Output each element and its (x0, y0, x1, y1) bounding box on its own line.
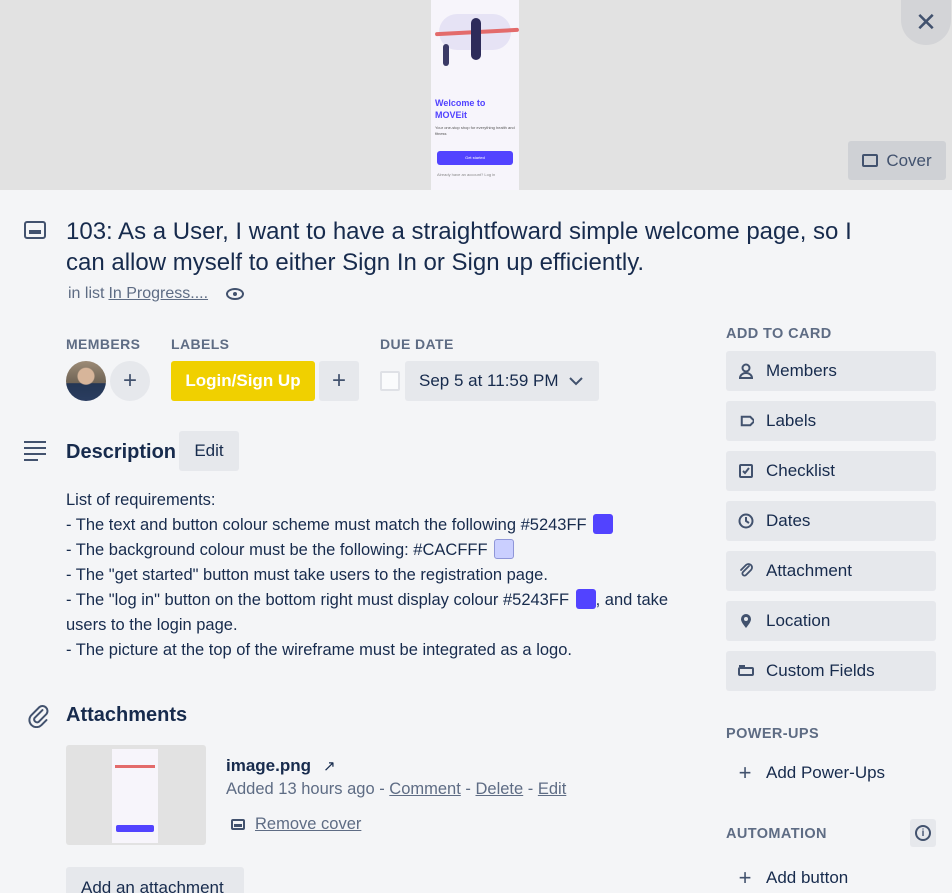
plus-icon: + (122, 367, 137, 394)
pin-icon (738, 613, 754, 629)
close-button[interactable]: ✕ (901, 0, 951, 45)
attachment-name[interactable]: image.png ↗ (226, 756, 336, 776)
add-member-button[interactable]: + (110, 361, 150, 401)
info-icon: i (915, 825, 931, 841)
sidebar-attachment-button[interactable]: Attachment (726, 551, 936, 591)
color-swatch (575, 589, 596, 609)
sidebar-custom-fields-button[interactable]: Custom Fields (726, 651, 936, 691)
fields-icon (738, 665, 754, 677)
plus-icon: + (738, 760, 752, 785)
card-cover: Welcome to MOVEit Your one-stop shop for… (0, 0, 952, 190)
due-date-label: DUE DATE (380, 336, 454, 352)
attachments-heading: Attachments (66, 704, 188, 726)
color-swatch (494, 539, 515, 559)
sidebar-item-label: Custom Fields (766, 661, 875, 680)
sidebar-checklist-button[interactable]: Checklist (726, 451, 936, 491)
add-label-button[interactable]: + (319, 361, 359, 401)
labels-label: LABELS (171, 336, 230, 352)
external-link-icon: ↗ (323, 758, 336, 775)
in-list-prefix: in list (68, 285, 105, 302)
card-icon (862, 154, 879, 167)
add-power-ups-button[interactable]: + Add Power-Ups (736, 760, 886, 786)
attachment-meta: Added 13 hours ago - Comment - Delete - … (226, 780, 567, 798)
due-date-value: Sep 5 at 11:59 PM (419, 371, 559, 390)
cover-button[interactable]: Cover (848, 141, 946, 180)
sidebar-item-label: Dates (766, 511, 811, 530)
sidebar-location-button[interactable]: Location (726, 601, 936, 641)
color-swatch (593, 514, 614, 534)
cover-button-label: Cover (886, 150, 932, 170)
sidebar-dates-button[interactable]: Dates (726, 501, 936, 541)
cover-illustration-mic (443, 44, 449, 66)
cover-thumb-subtitle: Your one-stop shop for everything health… (435, 125, 515, 136)
person-icon (738, 363, 754, 379)
sidebar-item-label: Labels (766, 411, 817, 430)
description-line: - The text and button colour scheme must… (66, 513, 696, 538)
attachment-added-time: Added 13 hours ago - (226, 780, 390, 798)
description-line: - The background colour must be the foll… (66, 538, 696, 563)
attachment-file-name: image.png (226, 756, 312, 775)
description-line: - The "get started" button must take use… (66, 566, 548, 584)
sidebar-labels-button[interactable]: Labels (726, 401, 936, 441)
list-breadcrumb: in list In Progress.... (68, 285, 245, 303)
sidebar-item-label: Location (766, 611, 831, 630)
due-date-checkbox[interactable] (380, 371, 400, 391)
eye-icon[interactable] (226, 288, 245, 300)
paperclip-icon (17, 699, 56, 738)
description-line: - The "log in" button on the bottom righ… (66, 589, 669, 634)
card-title[interactable]: 103: As a User, I want to have a straigh… (66, 216, 896, 278)
cover-thumb-footer: Already have an account? Log in (437, 172, 496, 177)
label-chip[interactable]: Login/Sign Up (171, 361, 315, 401)
avatar[interactable] (66, 361, 106, 401)
checkbox-icon (738, 464, 754, 478)
comment-link[interactable]: Comment (389, 780, 461, 798)
list-link[interactable]: In Progress.... (108, 285, 208, 303)
automation-label: AUTOMATION (726, 826, 827, 842)
edit-link[interactable]: Edit (538, 780, 566, 798)
cover-thumb-button: Get started (437, 151, 513, 165)
cover-thumb-title: Welcome to MOVEit (435, 98, 486, 120)
due-date-button[interactable]: Sep 5 at 11:59 PM (405, 361, 599, 401)
add-power-ups-label: Add Power-Ups (766, 763, 886, 782)
sidebar-item-label: Checklist (766, 461, 835, 480)
tag-icon (738, 413, 754, 429)
cover-illustration-runner (471, 18, 481, 60)
clock-icon (738, 513, 754, 529)
attachment-preview (112, 749, 158, 843)
attachment-thumbnail[interactable] (66, 745, 206, 845)
cover-image: Welcome to MOVEit Your one-stop shop for… (431, 0, 519, 190)
paperclip-icon (738, 563, 754, 579)
description-body[interactable]: List of requirements: - The text and but… (66, 488, 696, 663)
sidebar-item-label: Members (766, 361, 837, 380)
add-button-button[interactable]: + Add button (736, 865, 849, 891)
description-line: List of requirements: (66, 491, 216, 509)
add-attachment-button[interactable]: Add an attachment (66, 867, 244, 893)
remove-cover-link[interactable]: Remove cover (231, 815, 361, 834)
description-icon (24, 441, 46, 465)
add-to-card-label: ADD TO CARD (726, 326, 832, 342)
card-icon (24, 221, 46, 239)
description-heading: Description (66, 441, 177, 463)
card-icon (231, 819, 245, 830)
sidebar-item-label: Attachment (766, 561, 852, 580)
members-label: MEMBERS (66, 336, 141, 352)
remove-cover-label: Remove cover (255, 815, 362, 833)
delete-link[interactable]: Delete (476, 780, 524, 798)
description-line: - The picture at the top of the wirefram… (66, 641, 572, 659)
add-button-label: Add button (766, 868, 849, 887)
plus-icon: + (738, 865, 752, 890)
automation-info-button[interactable]: i (910, 819, 936, 847)
plus-icon: + (331, 367, 346, 394)
chevron-down-icon (568, 373, 583, 389)
sidebar-members-button[interactable]: Members (726, 351, 936, 391)
close-icon: ✕ (915, 7, 937, 37)
power-ups-label: POWER-UPS (726, 726, 820, 742)
edit-description-button[interactable]: Edit (179, 431, 239, 471)
